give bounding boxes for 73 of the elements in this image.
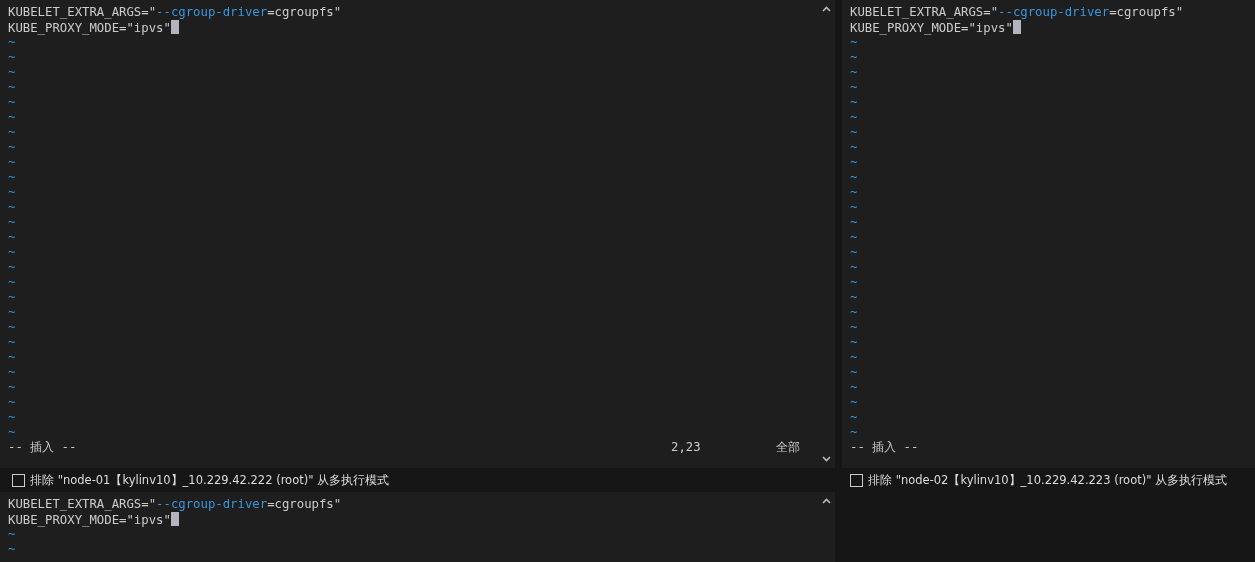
empty-line-marker: ~ bbox=[850, 320, 858, 335]
empty-line-marker: ~ bbox=[8, 527, 16, 542]
empty-line-marker: ~ bbox=[850, 425, 858, 440]
empty-line-marker: ~ bbox=[850, 245, 858, 260]
empty-line-marker: ~ bbox=[8, 80, 16, 95]
empty-line-marker: ~ bbox=[8, 200, 16, 215]
empty-line-marker: ~ bbox=[850, 275, 858, 290]
empty-line-marker: ~ bbox=[8, 365, 16, 380]
empty-line-marker: ~ bbox=[850, 65, 858, 80]
empty-line-marker: ~ bbox=[850, 110, 858, 125]
empty-line-marker: ~ bbox=[8, 542, 16, 557]
empty-line-marker: ~ bbox=[8, 275, 16, 290]
empty-line-marker: ~ bbox=[850, 80, 858, 95]
empty-line-marker: ~ bbox=[8, 395, 16, 410]
empty-line-marker: ~ bbox=[850, 365, 858, 380]
empty-line-marker: ~ bbox=[850, 410, 858, 425]
empty-line-marker: ~ bbox=[850, 305, 858, 320]
empty-line-marker: ~ bbox=[850, 380, 858, 395]
code-line: KUBELET_EXTRA_ARGS="--cgroup-driver=cgroupfs" bbox=[850, 5, 1184, 20]
exclude-label: 排除 "node-02【kylinv10】_10.229.42.223 (root)" 从多执行模式 bbox=[868, 472, 1228, 488]
exclude-checkbox[interactable] bbox=[12, 473, 25, 487]
empty-line-marker: ~ bbox=[8, 380, 16, 395]
chevron-down-icon[interactable] bbox=[821, 456, 831, 462]
empty-line-marker: ~ bbox=[8, 350, 16, 365]
empty-line-marker: ~ bbox=[850, 125, 858, 140]
chevron-up-icon[interactable] bbox=[821, 6, 831, 12]
code-line: KUBE_PROXY_MODE="ipvs" bbox=[850, 20, 1021, 35]
empty-line-marker: ~ bbox=[8, 65, 16, 80]
scroll-position: 全部 bbox=[776, 440, 800, 455]
empty-line-marker: ~ bbox=[850, 200, 858, 215]
empty-line-marker: ~ bbox=[850, 350, 858, 365]
empty-line-marker: ~ bbox=[850, 185, 858, 200]
empty-line-marker: ~ bbox=[8, 95, 16, 110]
empty-line-marker: ~ bbox=[850, 35, 858, 50]
empty-line-marker: ~ bbox=[8, 260, 16, 275]
empty-line-marker: ~ bbox=[8, 140, 16, 155]
mode-indicator: -- 插入 -- bbox=[8, 440, 77, 455]
empty-line-marker: ~ bbox=[8, 425, 16, 440]
empty-line-marker: ~ bbox=[850, 140, 858, 155]
empty-line-marker: ~ bbox=[8, 170, 16, 185]
empty-line-marker: ~ bbox=[850, 230, 858, 245]
empty-line-marker: ~ bbox=[850, 260, 858, 275]
code-line: KUBE_PROXY_MODE="ipvs" bbox=[8, 512, 179, 527]
empty-line-marker: ~ bbox=[850, 335, 858, 350]
empty-line-marker: ~ bbox=[850, 290, 858, 305]
code-line: KUBE_PROXY_MODE="ipvs" bbox=[8, 20, 179, 35]
empty-line-marker: ~ bbox=[850, 395, 858, 410]
empty-line-marker: ~ bbox=[8, 305, 16, 320]
empty-line-marker: ~ bbox=[8, 215, 16, 230]
cursor-position: 2,23 bbox=[671, 440, 702, 455]
empty-line-marker: ~ bbox=[8, 290, 16, 305]
code-line: KUBELET_EXTRA_ARGS="--cgroup-driver=cgroupfs" bbox=[8, 497, 342, 512]
empty-line-marker: ~ bbox=[8, 125, 16, 140]
empty-line-marker: ~ bbox=[850, 50, 858, 65]
empty-line-marker: ~ bbox=[8, 410, 16, 425]
empty-line-marker: ~ bbox=[8, 335, 16, 350]
mode-indicator: -- 插入 -- bbox=[850, 440, 919, 455]
empty-line-marker: ~ bbox=[8, 245, 16, 260]
empty-line-marker: ~ bbox=[8, 230, 16, 245]
exclude-checkbox[interactable] bbox=[850, 473, 863, 487]
empty-line-marker: ~ bbox=[8, 110, 16, 125]
code-line: KUBELET_EXTRA_ARGS="--cgroup-driver=cgroupfs" bbox=[8, 5, 342, 20]
exclude-label: 排除 "node-01【kylinv10】_10.229.42.222 (root)" 从多执行模式 bbox=[30, 472, 390, 488]
empty-line-marker: ~ bbox=[850, 95, 858, 110]
empty-line-marker: ~ bbox=[8, 185, 16, 200]
empty-line-marker: ~ bbox=[8, 50, 16, 65]
empty-line-marker: ~ bbox=[850, 170, 858, 185]
chevron-up-icon[interactable] bbox=[821, 498, 831, 504]
empty-line-marker: ~ bbox=[8, 155, 16, 170]
empty-line-marker: ~ bbox=[8, 35, 16, 50]
empty-line-marker: ~ bbox=[8, 320, 16, 335]
empty-line-marker: ~ bbox=[850, 155, 858, 170]
empty-line-marker: ~ bbox=[850, 215, 858, 230]
